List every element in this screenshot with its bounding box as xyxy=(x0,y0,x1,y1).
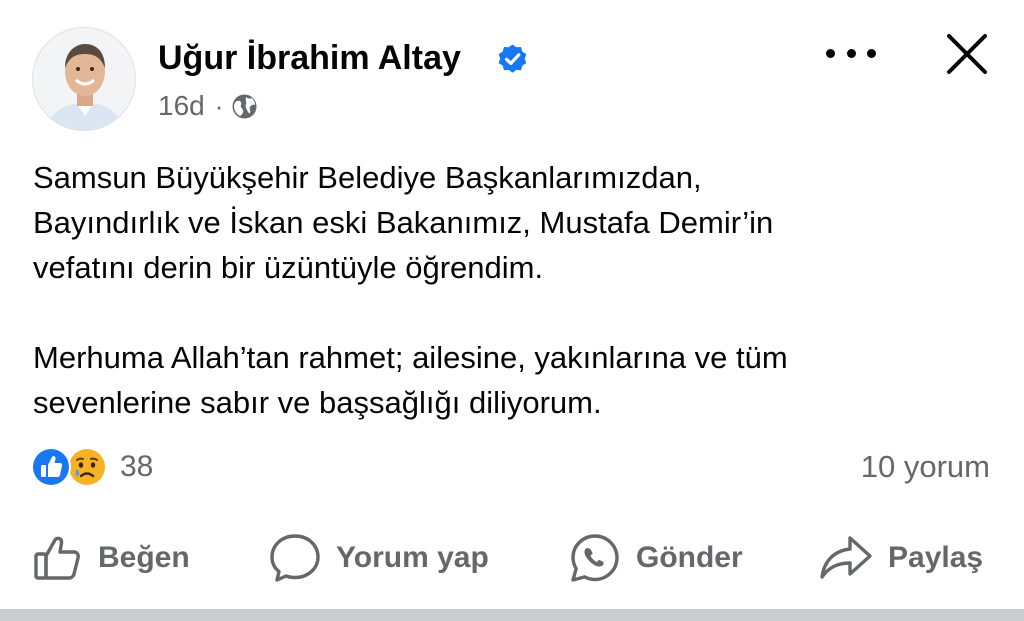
like-button-label: Beğen xyxy=(98,541,190,574)
reactions-summary[interactable]: 38 xyxy=(30,445,153,489)
like-button[interactable]: Beğen xyxy=(32,530,190,586)
comment-count[interactable]: 10 yorum xyxy=(861,445,990,489)
share-button-label: Paylaş xyxy=(888,541,984,574)
meta-separator: · xyxy=(214,90,224,121)
post-text-line: Samsun Büyükşehir Belediye Başkanlarımız… xyxy=(33,160,702,195)
send-button-label: Gönder xyxy=(636,541,743,574)
post-text: Samsun Büyükşehir Belediye Başkanlarımız… xyxy=(33,155,993,425)
more-dot xyxy=(826,48,835,58)
share-arrow-icon xyxy=(820,536,872,579)
comment-button[interactable]: Yorum yap xyxy=(268,530,489,586)
share-button[interactable]: Paylaş xyxy=(818,530,983,586)
post-text-line: vefatını derin bir üzüntüyle öğrendim. xyxy=(33,250,544,285)
like-reaction-icon xyxy=(31,447,71,487)
thumbs-up-icon xyxy=(34,536,80,580)
globe-icon xyxy=(232,94,257,118)
author-avatar[interactable] xyxy=(32,27,136,131)
comment-button-label: Yorum yap xyxy=(336,541,489,574)
post-text-line: Merhuma Allah’tan rahmet; ailesine, yakı… xyxy=(33,340,788,375)
send-button[interactable]: Gönder xyxy=(568,530,743,586)
feed-divider xyxy=(0,609,1024,621)
post-meta: 16d · xyxy=(158,88,258,124)
profile-photo xyxy=(33,28,135,130)
author-name[interactable]: Uğur İbrahim Altay xyxy=(158,36,461,80)
sad-reaction-icon xyxy=(67,447,107,487)
post-text-line: sevenlerine sabır ve başsağlığı diliyoru… xyxy=(33,385,602,420)
more-dot xyxy=(846,48,856,58)
post-card: Uğur İbrahim Altay 16d · Samsun Büyükşeh… xyxy=(0,0,1024,609)
post-timestamp[interactable]: 16d xyxy=(158,90,205,122)
more-options-icon[interactable] xyxy=(826,36,876,70)
more-dot xyxy=(867,48,876,58)
close-icon[interactable] xyxy=(944,31,990,77)
speech-bubble-icon xyxy=(270,534,320,582)
post-text-line: Bayındırlık ve İskan eski Bakanımız, Mus… xyxy=(33,205,774,240)
action-bar: Beğen Yorum yap Gönder Paylaş xyxy=(0,530,1024,586)
verified-badge-icon xyxy=(498,44,527,73)
reaction-count: 38 xyxy=(120,450,154,483)
whatsapp-icon xyxy=(571,534,619,582)
